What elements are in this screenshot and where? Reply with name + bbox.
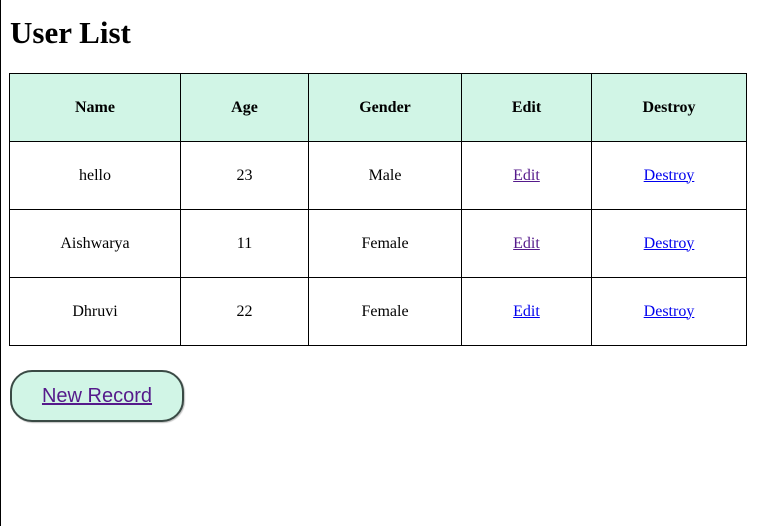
destroy-link[interactable]: Destroy	[644, 235, 695, 252]
cell-destroy: Destroy	[591, 209, 747, 278]
new-record-button[interactable]: New Record	[10, 370, 184, 422]
column-header-destroy: Destroy	[591, 73, 747, 142]
cell-edit: Edit	[461, 209, 592, 278]
cell-gender: Male	[308, 141, 462, 210]
table-row: hello 23 Male Edit Destroy	[9, 141, 747, 210]
cell-age: 11	[180, 209, 309, 278]
table-row: Aishwarya 11 Female Edit Destroy	[9, 209, 747, 278]
cell-age: 23	[180, 141, 309, 210]
table-row: Dhruvi 22 Female Edit Destroy	[9, 277, 747, 346]
cell-destroy: Destroy	[591, 141, 747, 210]
cell-name: Dhruvi	[9, 277, 181, 346]
cell-name: Aishwarya	[9, 209, 181, 278]
new-record-link[interactable]: New Record	[42, 385, 152, 408]
column-header-gender: Gender	[308, 73, 462, 142]
table-header-row: Name Age Gender Edit Destroy	[9, 73, 747, 142]
column-header-age: Age	[180, 73, 309, 142]
cell-gender: Female	[308, 209, 462, 278]
edit-link[interactable]: Edit	[513, 303, 540, 320]
user-table: Name Age Gender Edit Destroy hello 23 Ma…	[9, 73, 747, 346]
cell-edit: Edit	[461, 141, 592, 210]
edit-link[interactable]: Edit	[513, 167, 540, 184]
column-header-name: Name	[9, 73, 181, 142]
edit-link[interactable]: Edit	[513, 235, 540, 252]
cell-edit: Edit	[461, 277, 592, 346]
destroy-link[interactable]: Destroy	[644, 167, 695, 184]
cell-destroy: Destroy	[591, 277, 747, 346]
cell-age: 22	[180, 277, 309, 346]
destroy-link[interactable]: Destroy	[644, 303, 695, 320]
cell-gender: Female	[308, 277, 462, 346]
page-title: User List	[10, 15, 131, 50]
column-header-edit: Edit	[461, 73, 592, 142]
cell-name: hello	[9, 141, 181, 210]
